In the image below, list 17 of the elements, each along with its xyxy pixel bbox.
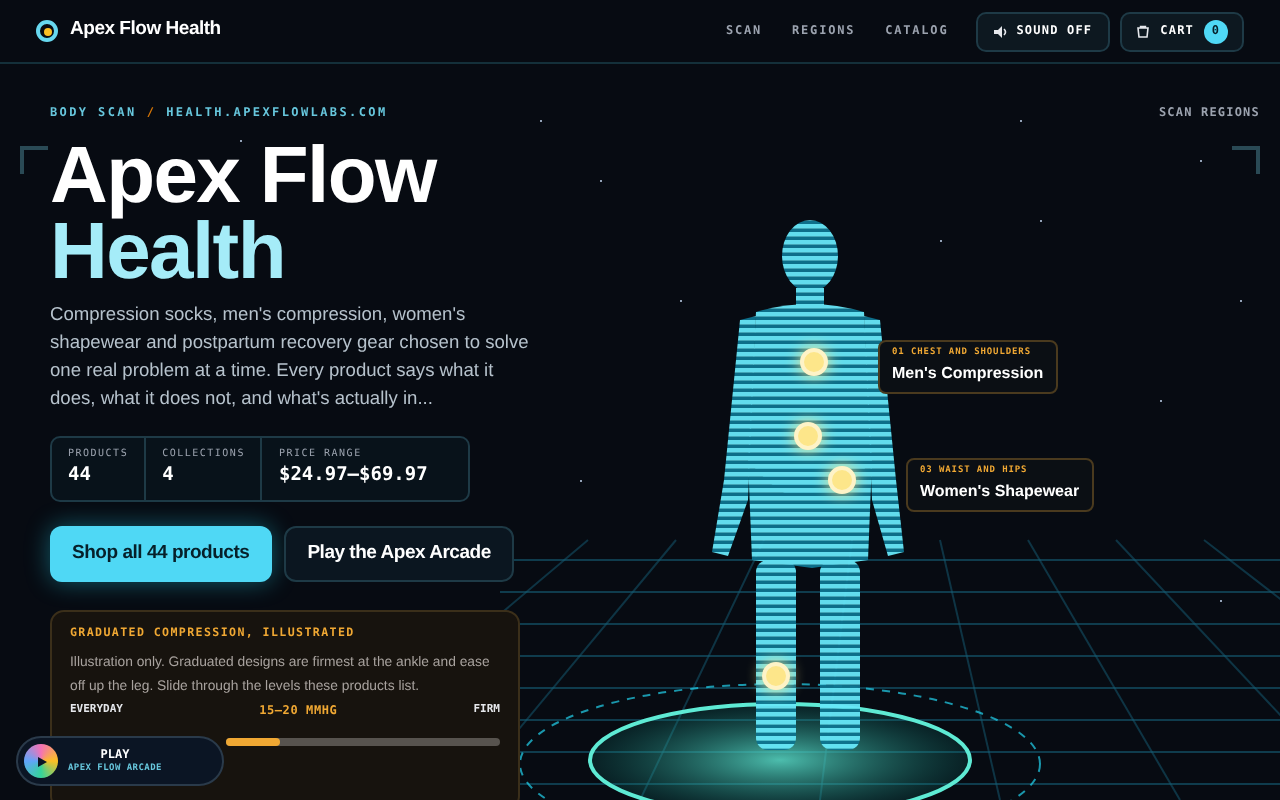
- corner-bracket-icon: [1232, 146, 1260, 174]
- hero-description: Compression socks, men's compression, women's shapewear and postpartum recovery gear chosen to solve one real problem at a time. Every product says what it does, what it does not, and what's actually in...: [50, 302, 530, 412]
- arcade-link-button[interactable]: Play the Apex Arcade: [283, 526, 515, 582]
- logo-icon[interactable]: [36, 20, 58, 42]
- stat-value: $24.97–$69.97: [278, 462, 428, 491]
- corner-bracket-icon: [20, 146, 48, 174]
- shop-button[interactable]: Shop all 44 products: [50, 526, 272, 582]
- speaker-icon: [994, 25, 1009, 37]
- bag-icon: [1136, 24, 1151, 38]
- stat-value: 4: [162, 462, 176, 491]
- play-icon: [24, 744, 58, 778]
- hero-title: Apex Flow: [50, 138, 439, 214]
- stat-value: 44: [68, 462, 93, 491]
- region-name: Women's Shapewear: [920, 479, 1080, 504]
- region-name: Men's Compression: [892, 361, 1044, 386]
- pressure-slider[interactable]: [226, 737, 500, 746]
- brand-name[interactable]: Apex Flow Health: [70, 16, 221, 46]
